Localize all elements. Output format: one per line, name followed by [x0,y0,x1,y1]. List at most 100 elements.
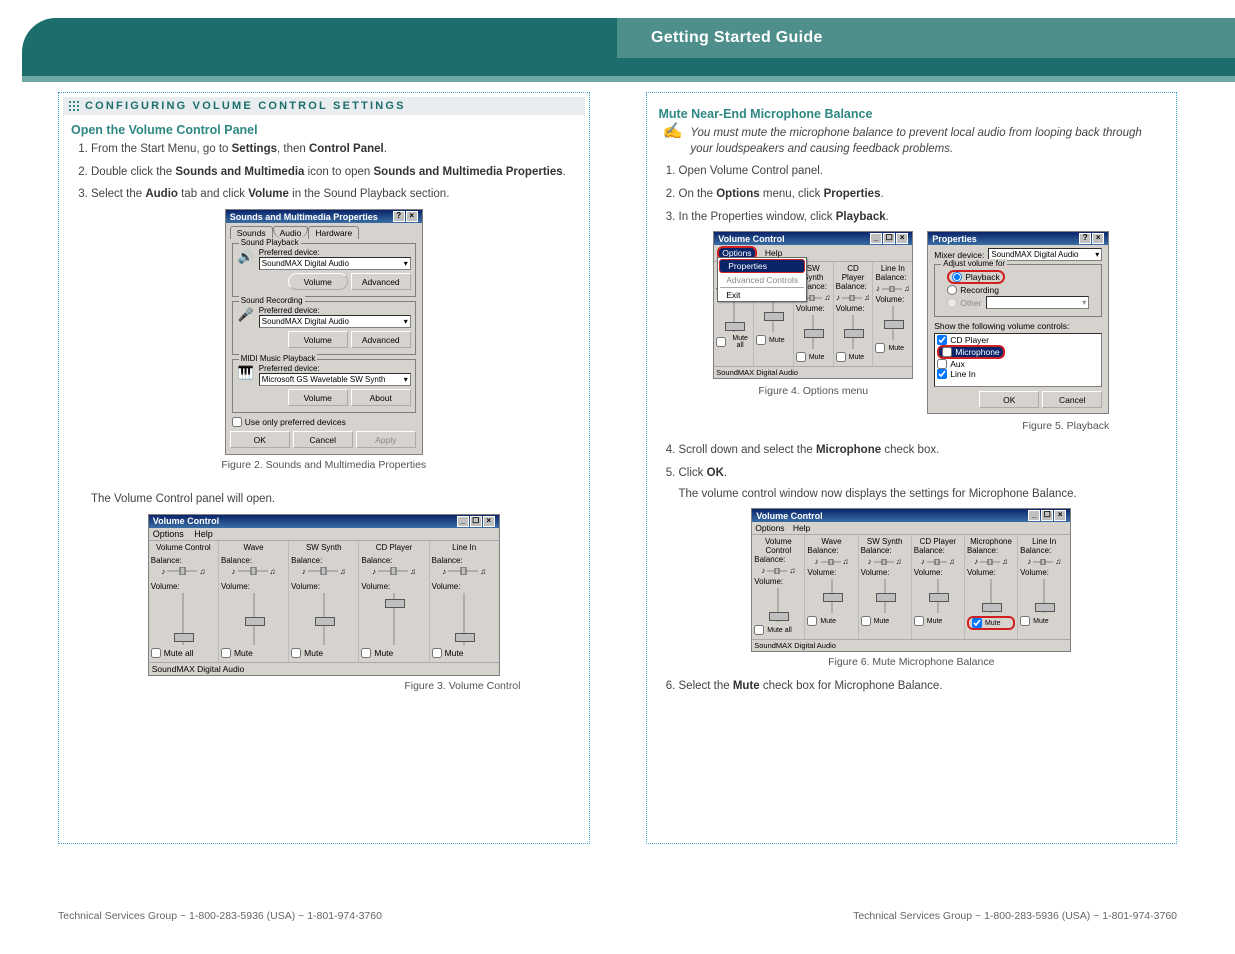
volume-slider[interactable] [767,298,779,332]
midi-device-combo[interactable]: Microsoft GS Wavetable SW Synth▾ [259,373,411,386]
balance-slider[interactable]: ♪♫ [875,284,910,293]
list-item-microphone[interactable]: Microphone [937,345,1004,359]
mute-checkbox[interactable]: Mute [796,352,831,362]
mute-checkbox[interactable]: Mute [861,616,909,626]
mute-checkbox-microphone[interactable]: Mute [967,616,1015,630]
playback-device-combo[interactable]: SoundMAX Digital Audio▾ [259,257,411,270]
volume-button[interactable]: Volume [288,331,348,348]
mute-all-checkbox[interactable]: Mute all [754,625,802,635]
fig4-wrapper: Volume Control _☐× Options Help Properti… [713,231,913,397]
menu-help[interactable]: Help [194,529,213,539]
tab-audio[interactable]: Audio [273,226,309,239]
help-icon[interactable]: ? [393,211,405,222]
advanced-button[interactable]: Advanced [351,273,411,290]
maximize-icon[interactable]: ☐ [470,516,482,527]
volume-slider[interactable] [248,593,260,645]
mute-checkbox[interactable]: Mute [807,616,855,626]
mute-all-checkbox[interactable]: Mute all [716,335,751,349]
step: Select the Mute check box for Microphone… [679,678,1165,695]
close-icon[interactable]: × [483,516,495,527]
advanced-button[interactable]: Advanced [351,331,411,348]
balance-slider[interactable]: ♪♫ [221,567,286,576]
record-device-combo[interactable]: SoundMAX Digital Audio▾ [259,315,411,328]
channel: CD PlayerBalance:♪♫Volume:Mute [834,262,874,366]
balance-slider[interactable]: ♪♫ [754,566,802,575]
balance-slider[interactable]: ♪♫ [1020,557,1068,566]
mute-checkbox[interactable]: Mute [914,616,962,626]
minimize-icon[interactable]: _ [1028,510,1040,521]
mute-checkbox[interactable]: Mute [756,335,791,345]
close-icon[interactable]: × [1054,510,1066,521]
mute-checkbox[interactable]: Mute [291,648,356,658]
menu-options[interactable]: Options [153,529,184,539]
balance-label: Balance: [361,556,426,565]
apply-button[interactable]: Apply [356,431,416,448]
minimize-icon[interactable]: _ [870,233,882,244]
about-button[interactable]: About [351,389,411,406]
volume-slider[interactable] [847,315,859,349]
volume-slider[interactable] [177,593,189,645]
ok-button[interactable]: OK [979,391,1039,408]
fig5-window: Properties?× Mixer device: SoundMAX Digi… [927,231,1109,414]
maximize-icon[interactable]: ☐ [1041,510,1053,521]
close-icon[interactable]: × [406,211,418,222]
ok-button[interactable]: OK [230,431,290,448]
content-columns: CONFIGURING VOLUME CONTROL SETTINGS Open… [58,92,1177,954]
controls-list[interactable]: CD Player Microphone Aux Line In [934,333,1102,387]
balance-label: Balance: [807,546,855,555]
balance-slider[interactable]: ♪♫ [967,557,1015,566]
balance-slider[interactable]: ♪♫ [836,293,871,302]
volume-slider[interactable] [772,588,784,622]
tab-hardware[interactable]: Hardware [308,226,359,239]
mute-checkbox[interactable]: Mute [836,352,871,362]
menu-item-adv[interactable]: Advanced Controls [718,274,806,286]
playback-radio[interactable]: Playback [947,270,1005,284]
recording-radio[interactable]: Recording [947,285,1097,295]
menu-item-properties[interactable]: Properties [719,259,805,273]
mute-checkbox[interactable]: Mute [875,343,910,353]
menu-help[interactable]: Help [793,523,810,533]
balance-slider[interactable]: ♪♫ [914,557,962,566]
grp-midi: MIDI Music Playback 🎹 Preferred device: … [232,359,416,413]
balance-slider[interactable]: ♪♫ [807,557,855,566]
volume-slider[interactable] [879,579,891,613]
cancel-button[interactable]: Cancel [1042,391,1102,408]
help-icon[interactable]: ? [1079,233,1091,244]
mute-checkbox[interactable]: Mute [432,648,497,658]
volume-slider[interactable] [887,306,899,340]
use-preferred-checkbox[interactable]: Use only preferred devices [232,417,416,427]
close-icon[interactable]: × [1092,233,1104,244]
volume-button[interactable]: Volume [288,389,348,406]
balance-slider[interactable]: ♪♫ [151,567,216,576]
volume-slider[interactable] [985,579,997,613]
maximize-icon[interactable]: ☐ [883,233,895,244]
list-item[interactable]: Line In [937,369,1099,379]
volume-slider[interactable] [458,593,470,645]
mute-checkbox[interactable]: Mute [1020,616,1068,626]
minimize-icon[interactable]: _ [457,516,469,527]
volume-slider[interactable] [318,593,330,645]
close-icon[interactable]: × [896,233,908,244]
volume-slider[interactable] [728,298,740,332]
volume-button[interactable]: Volume [288,273,348,290]
step: Scroll down and select the Microphone ch… [679,442,1165,459]
list-item[interactable]: CD Player [937,335,1099,345]
menu-options[interactable]: Options [755,523,784,533]
volume-slider[interactable] [826,579,838,613]
menu-item-exit[interactable]: Exit [718,289,806,301]
volume-slider[interactable] [932,579,944,613]
volume-label: Volume: [861,568,909,577]
volume-slider[interactable] [807,315,819,349]
volume-slider[interactable] [388,593,400,645]
mute-all-checkbox[interactable]: Mute all [151,648,216,658]
list-item[interactable]: Aux [937,359,1099,369]
balance-slider[interactable]: ♪♫ [861,557,909,566]
grid-icon [69,101,79,111]
balance-slider[interactable]: ♪♫ [432,567,497,576]
balance-slider[interactable]: ♪♫ [361,567,426,576]
balance-slider[interactable]: ♪♫ [291,567,356,576]
cancel-button[interactable]: Cancel [293,431,353,448]
mute-checkbox[interactable]: Mute [221,648,286,658]
volume-slider[interactable] [1038,579,1050,613]
mute-checkbox[interactable]: Mute [361,648,426,658]
